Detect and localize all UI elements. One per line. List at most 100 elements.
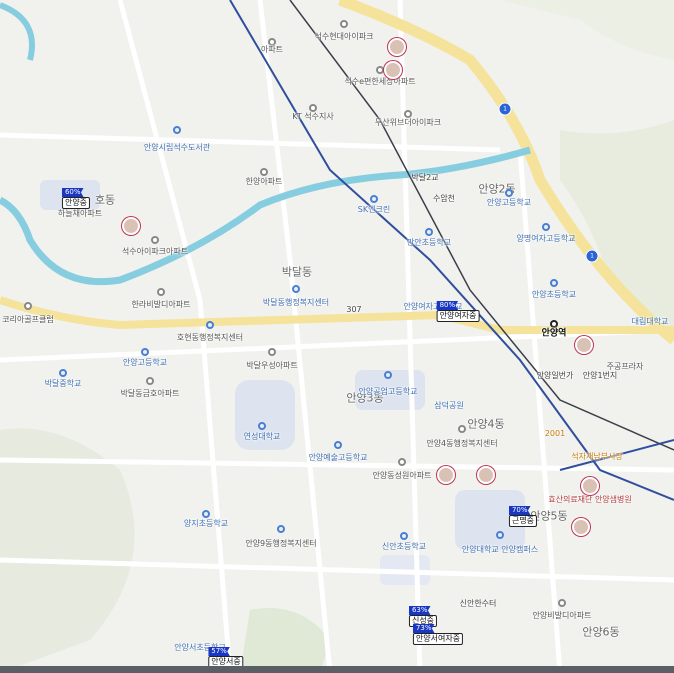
place-label[interactable]: 한라비발디아파트: [132, 301, 191, 309]
flag-percentage: 57%: [208, 647, 230, 656]
poi-marker[interactable]: [370, 195, 378, 203]
poi-marker[interactable]: [384, 371, 392, 379]
place-label[interactable]: 양지초등학교: [184, 520, 228, 528]
place-label[interactable]: 하늘채아파트: [58, 210, 102, 218]
poi-marker[interactable]: [24, 302, 32, 310]
poi-marker[interactable]: [157, 288, 165, 296]
poi-marker[interactable]: [404, 110, 412, 118]
place-label[interactable]: 신안초등학교: [382, 543, 426, 551]
place-label[interactable]: 안양대학교 안양캠퍼스: [462, 546, 538, 554]
place-label[interactable]: 안양비발디아파트: [533, 612, 592, 620]
poi-marker[interactable]: [458, 425, 466, 433]
poi-marker[interactable]: [334, 441, 342, 449]
place-label[interactable]: 안양시립석수도서관: [144, 144, 210, 152]
place-label[interactable]: 연성대학교: [244, 433, 281, 441]
district-label-hodong: 호동: [94, 193, 116, 207]
poi-marker[interactable]: [146, 377, 154, 385]
profile-marker[interactable]: [122, 217, 140, 235]
place-label[interactable]: KT 석수지사: [292, 113, 334, 121]
poi-marker[interactable]: [309, 104, 317, 112]
poi-marker[interactable]: [202, 510, 210, 518]
place-label[interactable]: 효산의료재단 안양샘병원: [548, 496, 632, 504]
place-label[interactable]: 석수아이파크아파트: [122, 248, 188, 256]
poi-marker[interactable]: [173, 126, 181, 134]
flag-school-name: 안양중: [61, 197, 91, 209]
profile-marker[interactable]: [384, 61, 402, 79]
place-label[interactable]: 안양동성원아파트: [373, 472, 432, 480]
place-label[interactable]: SK엔크린: [358, 206, 390, 214]
place-label[interactable]: 안양9동행정복지센터: [245, 540, 316, 548]
poi-marker[interactable]: [258, 422, 266, 430]
poi-marker[interactable]: [260, 168, 268, 176]
place-label[interactable]: 석자재남부시장: [571, 453, 623, 461]
profile-marker[interactable]: [437, 466, 455, 484]
poi-marker[interactable]: [505, 189, 513, 197]
school-flag-anyang-middle[interactable]: 60% 안양중: [61, 188, 91, 209]
road-label: 수암천: [432, 194, 456, 203]
flag-percentage: 73%: [412, 624, 435, 633]
road-label: 안양일번가: [536, 371, 574, 380]
place-label[interactable]: 안양초등학교: [532, 291, 576, 299]
place-label[interactable]: 2001: [545, 430, 565, 438]
place-label[interactable]: 만안초등학교: [407, 239, 451, 247]
flag-school-name: 안양서여자중: [412, 633, 464, 645]
profile-marker[interactable]: [581, 477, 599, 495]
flag-school-name: 안양여자중: [436, 310, 480, 322]
place-label[interactable]: 안양4동행정복지센터: [426, 440, 497, 448]
poi-marker[interactable]: [141, 348, 149, 356]
place-label[interactable]: 한양아파트: [246, 178, 283, 186]
place-label[interactable]: 박달동행정복지센터: [263, 299, 329, 307]
poi-marker[interactable]: [558, 599, 566, 607]
profile-marker[interactable]: [477, 466, 495, 484]
poi-marker[interactable]: [59, 369, 67, 377]
place-label[interactable]: 안양예술고등학교: [309, 454, 368, 462]
bottom-status-bar: [0, 666, 674, 673]
place-label[interactable]: 대림대학교: [632, 318, 669, 326]
place-label[interactable]: 삼덕공원: [434, 402, 463, 410]
place-label[interactable]: 석수e편한세상아파트: [344, 78, 415, 86]
poi-marker[interactable]: [400, 532, 408, 540]
map-canvas[interactable]: 호동 박달동 안양3동 안양4동 안양5동 안양6동 안양2동 석수현대아이파크…: [0, 0, 674, 673]
poi-marker[interactable]: [398, 458, 406, 466]
poi-marker[interactable]: [376, 66, 384, 74]
poi-marker[interactable]: [268, 348, 276, 356]
place-label[interactable]: 주공프라자: [607, 363, 644, 371]
place-label[interactable]: 안양고등학교: [487, 199, 531, 207]
poi-marker[interactable]: [292, 285, 300, 293]
place-label[interactable]: 양명여자고등학교: [517, 235, 576, 243]
place-label[interactable]: 안양공업고등학교: [359, 388, 418, 396]
road-label: 박달2교: [411, 173, 439, 182]
school-flag-geunmyeong-middle[interactable]: 70% 근명중: [508, 506, 538, 527]
place-label[interactable]: 아파트: [261, 46, 283, 54]
profile-marker[interactable]: [388, 38, 406, 56]
station-marker[interactable]: [550, 320, 558, 328]
school-flag-anyangseo-middle[interactable]: 57% 안양서중: [208, 647, 244, 668]
school-flag-anyang-girls-middle[interactable]: 80% 안양여자중: [436, 301, 480, 322]
place-label[interactable]: 박달동금호아파트: [121, 390, 180, 398]
place-label[interactable]: 박달중학교: [45, 380, 82, 388]
poi-marker[interactable]: [496, 531, 504, 539]
poi-marker[interactable]: [550, 279, 558, 287]
poi-marker[interactable]: [151, 236, 159, 244]
poi-marker[interactable]: [206, 321, 214, 329]
place-label[interactable]: 코리아골프클럽: [2, 316, 54, 324]
station-label[interactable]: 안양역: [542, 329, 567, 339]
flag-percentage: 63%: [408, 606, 431, 615]
road-label: 안양1번지: [582, 371, 618, 380]
poi-marker[interactable]: [542, 223, 550, 231]
poi-marker[interactable]: [425, 228, 433, 236]
place-label[interactable]: 안양고등학교: [123, 359, 167, 367]
profile-marker[interactable]: [575, 336, 593, 354]
road-label: 신안한수터: [459, 599, 497, 608]
profile-marker[interactable]: [572, 518, 590, 536]
district-label-bakdal: 박달동: [281, 265, 313, 279]
place-label[interactable]: 박달우성아파트: [246, 362, 298, 370]
poi-marker[interactable]: [277, 525, 285, 533]
place-label[interactable]: 두산위브더아이파크: [375, 119, 441, 127]
flag-percentage: 60%: [61, 188, 84, 197]
place-label[interactable]: 호현동행정복지센터: [177, 334, 243, 342]
place-label[interactable]: 석수현대아이파크: [315, 33, 374, 41]
school-flag-anyangseo-girls-middle[interactable]: 73% 안양서여자중: [412, 624, 464, 645]
flag-percentage: 80%: [436, 301, 459, 310]
poi-marker[interactable]: [340, 20, 348, 28]
